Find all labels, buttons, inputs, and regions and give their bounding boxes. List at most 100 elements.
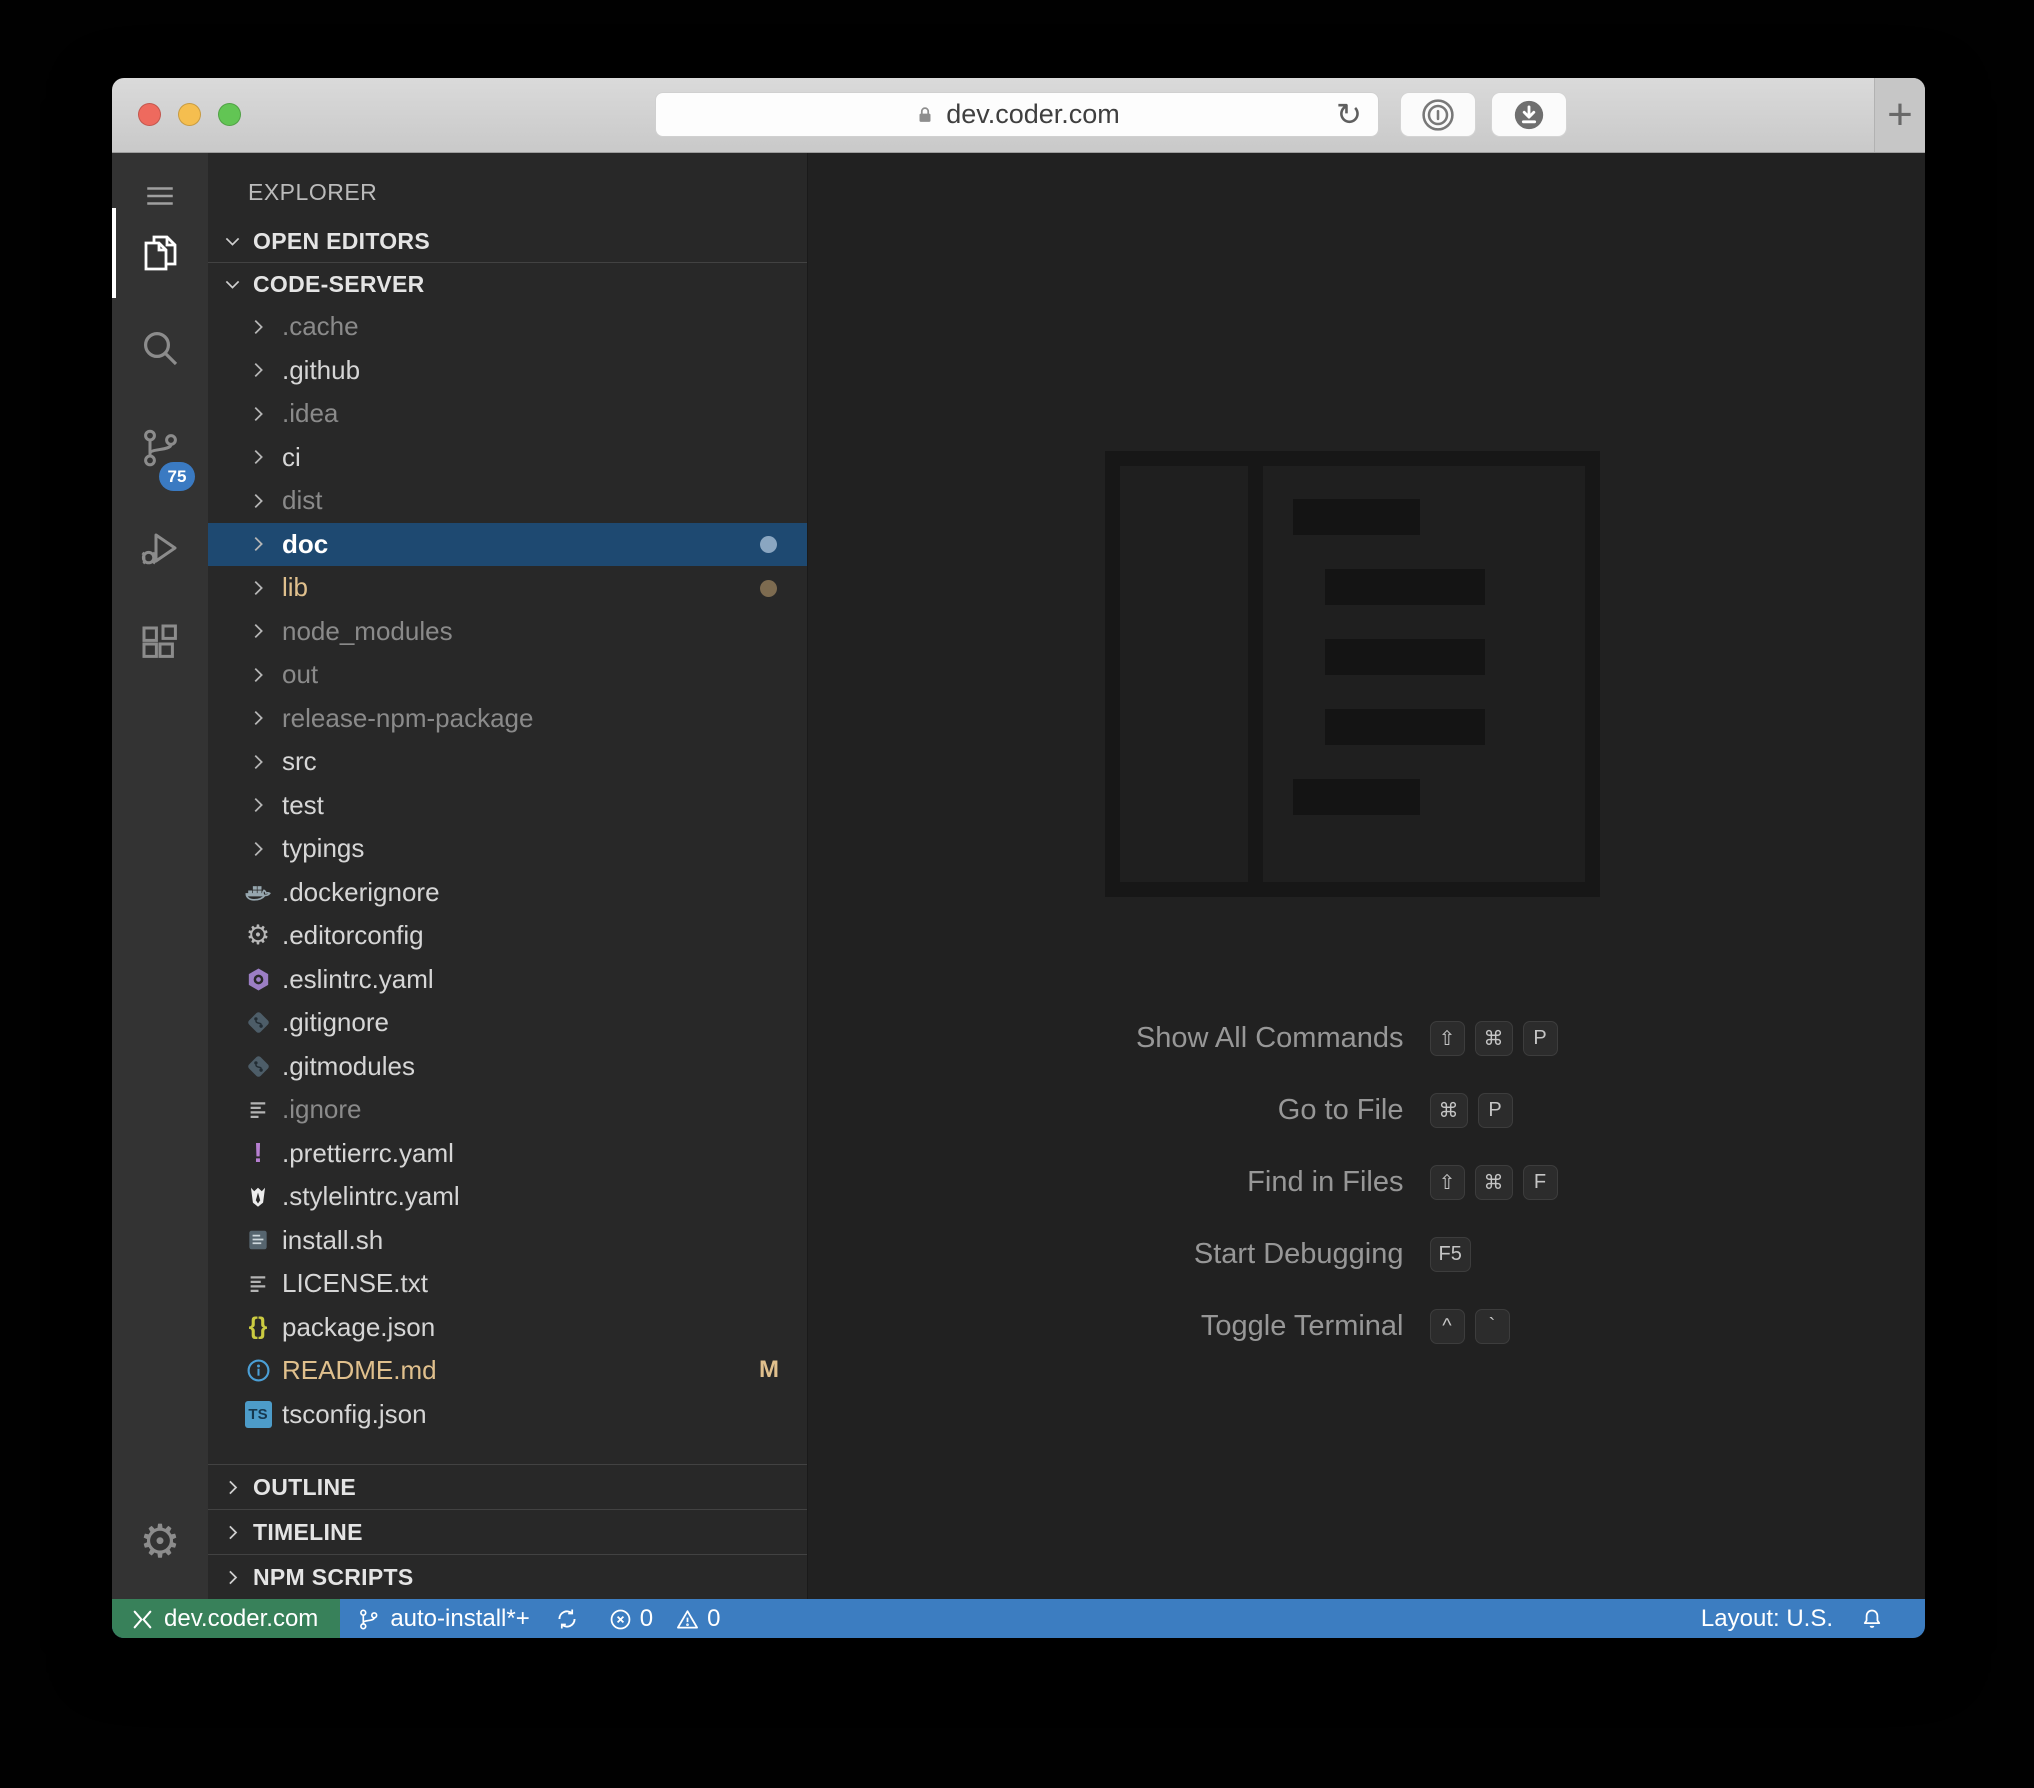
browser-toolbar: dev.coder.com ↻ + bbox=[112, 78, 1925, 153]
explorer-view-button[interactable] bbox=[112, 215, 208, 289]
hamburger-icon bbox=[142, 178, 178, 214]
tree-folder-lib[interactable]: lib bbox=[208, 566, 807, 610]
section-npm-scripts[interactable]: NPM SCRIPTS bbox=[208, 1554, 807, 1599]
tree-file-install.sh[interactable]: install.sh bbox=[208, 1219, 807, 1263]
notifications-button[interactable] bbox=[1859, 1599, 1885, 1638]
chevron-right-icon bbox=[242, 577, 274, 599]
tree-item-label: doc bbox=[282, 528, 329, 559]
onepassword-extension-button[interactable] bbox=[1400, 92, 1476, 137]
tree-folder-.github[interactable]: .github bbox=[208, 349, 807, 393]
chevron-down-icon bbox=[220, 231, 244, 252]
minimize-window-button[interactable] bbox=[178, 103, 201, 126]
editor-area: Show All Commands ⇧ ⌘ P Go to File ⌘ P Find in … bbox=[808, 153, 1925, 1599]
extensions-view-button[interactable] bbox=[112, 606, 208, 680]
tree-file-.dockerignore[interactable]: .dockerignore bbox=[208, 871, 807, 915]
info-icon bbox=[242, 1357, 274, 1384]
tree-folder-doc[interactable]: doc bbox=[208, 522, 807, 566]
git-icon bbox=[242, 1053, 274, 1080]
vscode-workbench: 75 ⚙ EXPLORER OPEN EDITORS CODE-SERVER .… bbox=[112, 153, 1925, 1599]
downloads-button[interactable] bbox=[1491, 92, 1567, 137]
tree-item-label: .ignore bbox=[282, 1094, 362, 1125]
sidebar-title: EXPLORER bbox=[248, 179, 378, 205]
address-bar[interactable]: dev.coder.com ↻ bbox=[655, 92, 1379, 137]
tree-item-label: .eslintrc.yaml bbox=[282, 963, 434, 994]
tree-file-.gitignore[interactable]: .gitignore bbox=[208, 1001, 807, 1045]
ts-icon: TS bbox=[242, 1400, 274, 1428]
url-text: dev.coder.com bbox=[946, 99, 1120, 129]
keycap: ⌘ bbox=[1474, 1020, 1513, 1056]
keycap: ⇧ bbox=[1429, 1164, 1465, 1200]
keycap: ⇧ bbox=[1429, 1020, 1465, 1056]
chevron-right-icon bbox=[242, 664, 274, 686]
section-root-folder[interactable]: CODE-SERVER bbox=[208, 263, 807, 305]
error-count: 0 bbox=[639, 1605, 654, 1632]
shortcut-label: Find in Files bbox=[1247, 1165, 1404, 1198]
shortcut-row: Show All Commands ⇧ ⌘ P bbox=[808, 1002, 1925, 1074]
chevron-right-icon bbox=[242, 446, 274, 468]
sync-button[interactable] bbox=[554, 1599, 580, 1638]
tree-folder-release-npm-package[interactable]: release-npm-package bbox=[208, 697, 807, 741]
keyboard-layout-item[interactable]: Layout: U.S. bbox=[1701, 1599, 1833, 1638]
warning-icon bbox=[675, 1607, 700, 1632]
run-debug-view-button[interactable] bbox=[112, 511, 208, 585]
keyboard-layout-label: Layout: U.S. bbox=[1700, 1605, 1833, 1632]
tree-file-README.md[interactable]: README.md M bbox=[208, 1349, 807, 1393]
remote-icon bbox=[130, 1607, 155, 1632]
settings-button[interactable]: ⚙ bbox=[112, 1504, 208, 1578]
section-label: NPM SCRIPTS bbox=[253, 1563, 414, 1590]
tree-folder-out[interactable]: out bbox=[208, 653, 807, 697]
chevron-right-icon bbox=[220, 1567, 244, 1588]
section-timeline[interactable]: TIMELINE bbox=[208, 1509, 807, 1554]
tree-item-label: .dockerignore bbox=[282, 876, 440, 907]
tree-file-.ignore[interactable]: .ignore bbox=[208, 1088, 807, 1132]
chevron-right-icon bbox=[242, 838, 274, 860]
tree-folder-.cache[interactable]: .cache bbox=[208, 305, 807, 349]
tree-file-.eslintrc.yaml[interactable]: .eslintrc.yaml bbox=[208, 958, 807, 1002]
tree-item-label: tsconfig.json bbox=[282, 1398, 427, 1429]
git-branch-item[interactable]: auto-install*+ bbox=[356, 1599, 530, 1638]
section-outline[interactable]: OUTLINE bbox=[208, 1464, 807, 1509]
reload-button[interactable]: ↻ bbox=[1336, 97, 1362, 133]
keyboard-shortcut-hints: Show All Commands ⇧ ⌘ P Go to File ⌘ P Find in … bbox=[808, 1002, 1925, 1362]
tree-file-tsconfig.json[interactable]: TS tsconfig.json bbox=[208, 1393, 807, 1437]
tree-file-LICENSE.txt[interactable]: LICENSE.txt bbox=[208, 1262, 807, 1306]
tree-item-label: .editorconfig bbox=[282, 920, 424, 951]
tree-file-.prettierrc.yaml[interactable]: ! .prettierrc.yaml bbox=[208, 1132, 807, 1176]
remote-indicator[interactable]: dev.coder.com bbox=[112, 1599, 341, 1638]
gear-icon: ⚙ bbox=[139, 1515, 181, 1567]
tree-folder-src[interactable]: src bbox=[208, 740, 807, 784]
tree-item-label: .github bbox=[282, 354, 361, 385]
tree-item-label: test bbox=[282, 789, 324, 820]
tree-folder-dist[interactable]: dist bbox=[208, 479, 807, 523]
close-window-button[interactable] bbox=[138, 103, 161, 126]
search-view-button[interactable] bbox=[112, 311, 208, 385]
tree-file-.stylelintrc.yaml[interactable]: .stylelintrc.yaml bbox=[208, 1175, 807, 1219]
source-control-view-button[interactable]: 75 bbox=[112, 411, 208, 491]
chevron-right-icon bbox=[242, 707, 274, 729]
tree-file-package.json[interactable]: {} package.json bbox=[208, 1306, 807, 1350]
tree-item-label: package.json bbox=[282, 1311, 436, 1342]
browser-window: dev.coder.com ↻ + 75 ⚙ EXPLORER OPEN EDI… bbox=[112, 78, 1925, 1638]
keycap: P bbox=[1522, 1020, 1558, 1056]
problems-item[interactable]: 0 0 bbox=[608, 1599, 720, 1638]
tree-file-.gitmodules[interactable]: .gitmodules bbox=[208, 1045, 807, 1089]
tree-folder-node_modules[interactable]: node_modules bbox=[208, 610, 807, 654]
tree-item-label: typings bbox=[282, 833, 365, 864]
tree-file-.editorconfig[interactable]: ⚙ .editorconfig bbox=[208, 914, 807, 958]
chevron-down-icon bbox=[220, 274, 244, 295]
zoom-window-button[interactable] bbox=[218, 103, 241, 126]
scm-badge: 75 bbox=[159, 462, 195, 491]
tree-folder-test[interactable]: test bbox=[208, 784, 807, 828]
watermark-editor-panel bbox=[1263, 466, 1585, 882]
eslint-icon bbox=[242, 966, 274, 993]
section-open-editors[interactable]: OPEN EDITORS bbox=[208, 220, 807, 263]
new-tab-button[interactable]: + bbox=[1874, 78, 1925, 152]
tree-folder-.idea[interactable]: .idea bbox=[208, 392, 807, 436]
shortcut-row: Find in Files ⇧ ⌘ F bbox=[808, 1146, 1925, 1218]
tree-folder-typings[interactable]: typings bbox=[208, 827, 807, 871]
onepassword-icon bbox=[1420, 97, 1456, 133]
search-icon bbox=[136, 324, 184, 372]
error-icon bbox=[608, 1607, 633, 1632]
tree-folder-ci[interactable]: ci bbox=[208, 436, 807, 480]
debug-icon bbox=[136, 524, 184, 572]
